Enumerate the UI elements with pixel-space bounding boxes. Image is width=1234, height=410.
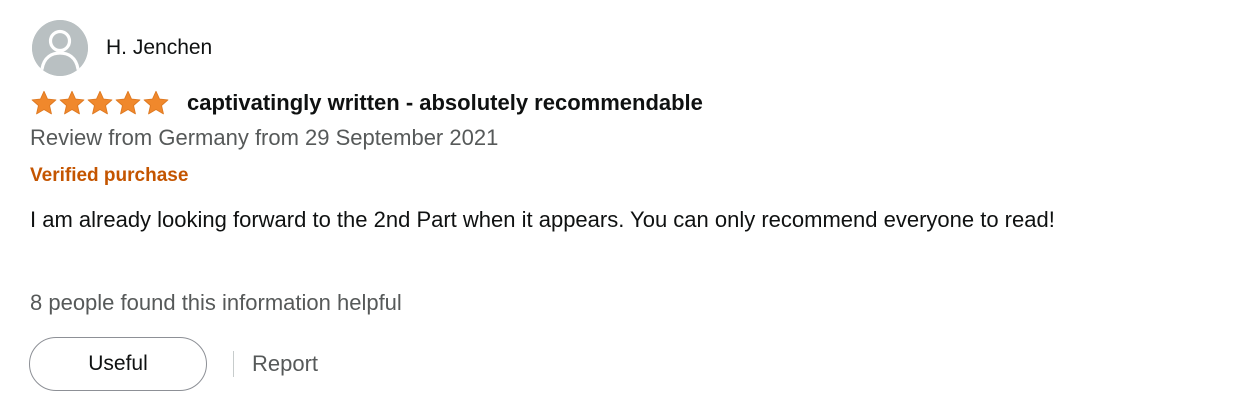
star-rating[interactable] bbox=[30, 90, 170, 117]
report-link[interactable]: Report bbox=[252, 350, 318, 378]
review-meta: Review from Germany from 29 September 20… bbox=[30, 125, 499, 150]
user-avatar-icon bbox=[32, 20, 88, 76]
divider bbox=[233, 351, 234, 377]
reviewer-name[interactable]: H. Jenchen bbox=[106, 36, 212, 60]
star-icon bbox=[59, 90, 85, 114]
star-icon bbox=[143, 90, 169, 114]
verified-purchase-badge: Verified purchase bbox=[30, 165, 189, 186]
rating-row: captivatingly written - absolutely recom… bbox=[30, 89, 703, 117]
avatar bbox=[32, 20, 88, 76]
star-icon bbox=[31, 90, 57, 114]
useful-button[interactable]: Useful bbox=[29, 337, 207, 391]
star-icon bbox=[87, 90, 113, 114]
star-icon bbox=[115, 90, 141, 114]
customer-review: H. Jenchen captivatingly written - absol… bbox=[0, 0, 1234, 410]
review-title[interactable]: captivatingly written - absolutely recom… bbox=[187, 89, 703, 117]
review-body: I am already looking forward to the 2nd … bbox=[30, 207, 1055, 232]
helpful-count: 8 people found this information helpful bbox=[30, 290, 402, 315]
review-actions: Useful Report bbox=[29, 337, 318, 391]
